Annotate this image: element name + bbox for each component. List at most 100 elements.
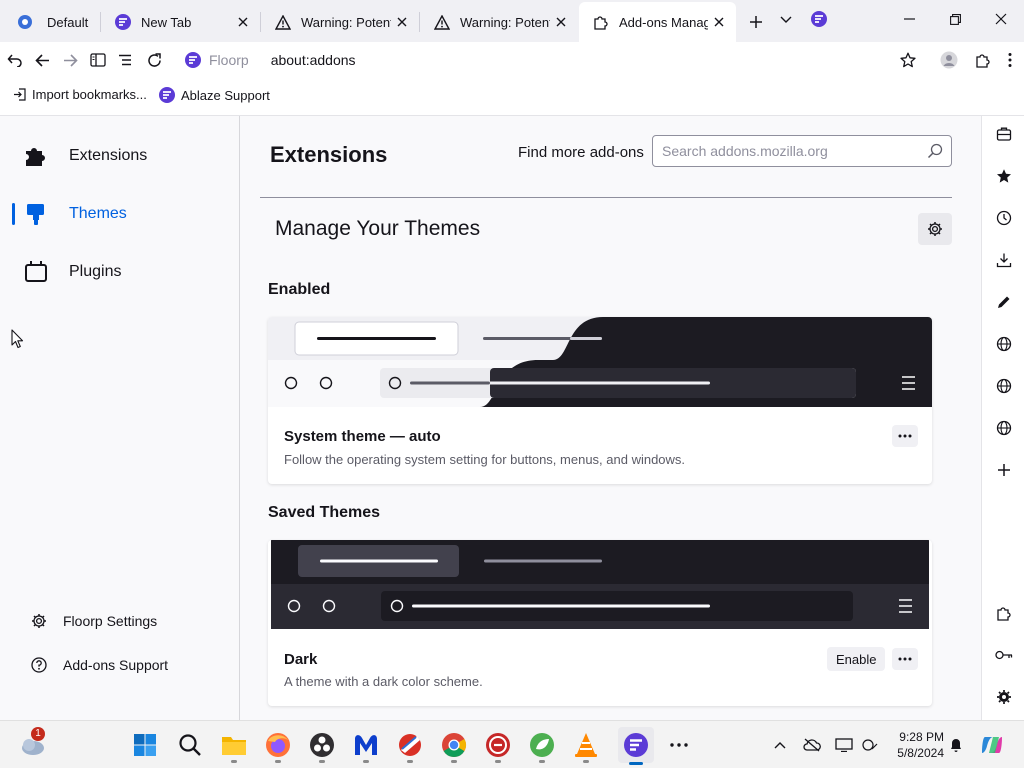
taskbar-firefox[interactable] xyxy=(262,729,294,763)
sidebar-web-panel-2[interactable] xyxy=(992,374,1016,398)
sidebar-web-panel-3[interactable] xyxy=(992,416,1016,440)
clock-time: 9:28 PM xyxy=(899,730,944,744)
tray-overflow-button[interactable] xyxy=(768,733,792,757)
vlc-cone-icon xyxy=(575,733,597,757)
running-indicator xyxy=(451,760,457,763)
close-tab-icon[interactable] xyxy=(708,11,730,33)
tray-notifications[interactable] xyxy=(944,733,968,757)
weather-widget[interactable]: 1 xyxy=(16,727,48,761)
taskbar-chrome[interactable] xyxy=(438,729,470,763)
taskbar-ccleaner[interactable] xyxy=(394,729,426,763)
extensions-button[interactable] xyxy=(971,48,995,72)
theme-description: Follow the operating system setting for … xyxy=(284,452,686,467)
sidebar-toggle-button[interactable] xyxy=(86,48,110,72)
floorp-logo-icon xyxy=(115,14,131,30)
tab-warning-1[interactable]: Warning: Potential Security Risk Ahead xyxy=(261,4,419,40)
addons-support-link[interactable]: Add-ons Support xyxy=(30,656,168,674)
chevron-up-icon xyxy=(774,742,786,749)
theme-options-button[interactable] xyxy=(892,648,918,670)
theme-preview xyxy=(268,317,932,407)
taskbar-vlc[interactable] xyxy=(570,729,602,763)
list-all-tabs-button[interactable] xyxy=(774,8,798,32)
taskbar-app-red[interactable] xyxy=(482,729,514,763)
theme-preview xyxy=(271,540,929,630)
taskbar-malwarebytes[interactable] xyxy=(350,729,382,763)
floorp-menu-button[interactable] xyxy=(807,7,831,31)
tab-new-tab[interactable]: New Tab xyxy=(101,4,260,40)
forward-button[interactable] xyxy=(58,48,82,72)
url-bar[interactable]: Floorp about:addons xyxy=(176,45,924,75)
theme-card-dark[interactable]: Dark A theme with a dark color scheme. E… xyxy=(268,540,932,706)
enable-theme-button[interactable]: Enable xyxy=(827,647,886,671)
sidebar-passwords-button[interactable] xyxy=(992,643,1016,667)
url-text[interactable]: about:addons xyxy=(271,52,356,68)
tray-cloud[interactable] xyxy=(800,733,824,757)
undo-close-tab-button[interactable] xyxy=(3,48,27,72)
taskbar-app-green[interactable] xyxy=(526,729,558,763)
tab-addons-manager[interactable]: Add-ons Manager xyxy=(579,2,736,42)
sidebar-briefcase-button[interactable] xyxy=(992,122,1016,146)
find-more-label: Find more add-ons xyxy=(518,144,644,161)
categories-sidebar: Extensions Themes Plugins Floorp Setting… xyxy=(0,116,240,720)
chevron-down-icon xyxy=(780,16,792,23)
new-tab-button[interactable] xyxy=(744,10,768,34)
sidebar-addons-button[interactable] xyxy=(992,601,1016,625)
account-button[interactable] xyxy=(937,48,961,72)
obs-icon xyxy=(310,733,334,757)
taskbar-obs[interactable] xyxy=(306,729,338,763)
sidebar-notes-button[interactable] xyxy=(992,290,1016,314)
tree-style-tabs-button[interactable] xyxy=(113,48,137,72)
active-indicator xyxy=(629,762,643,765)
restore-window-button[interactable] xyxy=(942,6,968,32)
start-button[interactable] xyxy=(129,729,161,761)
theme-options-button[interactable] xyxy=(892,425,918,447)
close-icon xyxy=(995,13,1007,25)
bookmark-ablaze-support[interactable]: Ablaze Support xyxy=(159,87,270,103)
tray-display[interactable] xyxy=(832,733,856,757)
close-window-button[interactable] xyxy=(988,6,1014,32)
gear-icon xyxy=(928,222,942,236)
close-tab-icon[interactable] xyxy=(550,11,572,33)
addons-search-input[interactable] xyxy=(662,143,912,159)
taskbar-more-apps[interactable] xyxy=(663,729,695,761)
tools-menu-button[interactable] xyxy=(918,213,952,245)
reload-button[interactable] xyxy=(142,48,166,72)
addons-search-box[interactable] xyxy=(652,135,952,167)
tray-network[interactable] xyxy=(858,733,882,757)
bookmark-star-icon[interactable] xyxy=(900,52,916,68)
category-extensions[interactable]: Extensions xyxy=(12,136,232,176)
tab-warning-2[interactable]: Warning: Potential Security Risk Ahead xyxy=(420,4,578,40)
taskbar-clock[interactable]: 9:28 PM 5/8/2024 xyxy=(884,729,944,761)
sidebar-history-button[interactable] xyxy=(992,206,1016,230)
bookmark-import[interactable]: Import bookmarks... xyxy=(13,87,147,102)
floorp-logo-icon xyxy=(159,87,175,103)
taskbar-search-button[interactable] xyxy=(174,729,206,761)
category-plugins[interactable]: Plugins xyxy=(12,252,232,292)
sidebar-add-panel-button[interactable] xyxy=(992,458,1016,482)
back-button[interactable] xyxy=(30,48,54,72)
identity-label: Floorp xyxy=(209,52,249,68)
minimize-window-button[interactable] xyxy=(896,6,922,32)
category-themes[interactable]: Themes xyxy=(12,194,232,234)
taskbar-floorp[interactable] xyxy=(618,727,654,765)
app-menu-button[interactable] xyxy=(998,48,1022,72)
section-heading: Manage Your Themes xyxy=(275,217,481,240)
windows-taskbar: 1 9:28 PM 5/8/2024 xyxy=(0,720,1024,768)
tray-copilot[interactable] xyxy=(980,733,1004,757)
floorp-settings-link[interactable]: Floorp Settings xyxy=(30,612,157,630)
close-tab-icon[interactable] xyxy=(232,11,254,33)
taskbar-file-explorer[interactable] xyxy=(218,729,250,763)
theme-card-system[interactable]: System theme — auto Follow the operating… xyxy=(268,317,932,484)
puzzle-piece-icon xyxy=(593,14,609,30)
sidebar-downloads-button[interactable] xyxy=(992,248,1016,272)
plugin-icon xyxy=(24,260,48,284)
mouse-cursor-icon xyxy=(11,329,24,349)
gear-icon xyxy=(30,612,48,630)
key-icon xyxy=(995,650,1013,660)
tab-default[interactable]: Default xyxy=(0,4,100,40)
sidebar-settings-button[interactable] xyxy=(992,685,1016,709)
reload-icon xyxy=(147,52,161,67)
sidebar-web-panel-1[interactable] xyxy=(992,332,1016,356)
sidebar-bookmarks-button[interactable] xyxy=(992,164,1016,188)
close-tab-icon[interactable] xyxy=(391,11,413,33)
